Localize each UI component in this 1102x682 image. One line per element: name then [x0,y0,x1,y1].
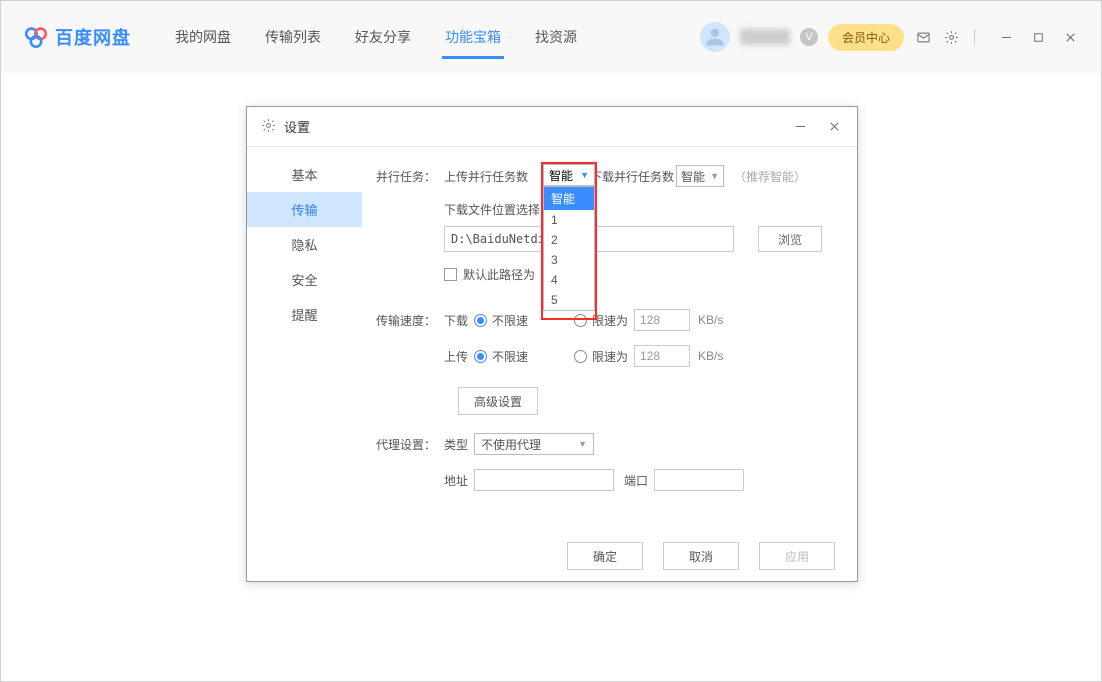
chevron-down-icon: ▼ [580,170,589,180]
vip-badge-icon: V [800,28,818,46]
user-avatar[interactable] [700,22,730,52]
chevron-down-icon: ▼ [710,171,719,181]
dialog-titlebar: 设置 [247,107,857,147]
sidebar-item-reminder[interactable]: 提醒 [247,297,362,332]
default-path-row: 默认此路径为 [444,266,837,283]
dropdown-option-4[interactable]: 4 [544,270,594,290]
proxy-type-value: 不使用代理 [481,436,541,453]
parallel-hint: （推荐智能） [734,168,806,185]
dropdown-option-5[interactable]: 5 [544,290,594,310]
proxy-port-input[interactable] [654,469,744,491]
close-icon[interactable] [1061,28,1079,46]
apply-button[interactable]: 应用 [759,542,835,570]
header-right: V 会员中心 [700,22,1079,52]
download-parallel-value: 智能 [681,168,705,185]
sidebar-item-privacy[interactable]: 隐私 [247,227,362,262]
minimize-icon[interactable] [997,28,1015,46]
speed-download-label: 下载 [444,312,474,329]
settings-content: 并行任务： 上传并行任务数 下载并行任务数 智能 ▼ （推荐智能） 下载文件位置… [362,147,857,531]
nav-tab-friend-share[interactable]: 好友分享 [355,3,411,71]
parallel-tasks-row: 并行任务： 上传并行任务数 下载并行任务数 智能 ▼ （推荐智能） [376,165,837,187]
chevron-down-icon: ▼ [578,439,587,449]
proxy-port-label: 端口 [614,472,648,489]
dialog-footer: 确定 取消 应用 [247,531,857,581]
proxy-type-label: 类型 [444,436,474,453]
divider [974,29,975,45]
sidebar-item-security[interactable]: 安全 [247,262,362,297]
download-unit: KB/s [698,313,723,327]
nav-tab-find-resources[interactable]: 找资源 [535,3,577,71]
download-parallel-select[interactable]: 智能 ▼ [676,165,724,187]
app-logo: 百度网盘 [23,24,131,50]
download-unlimited-radio[interactable] [474,314,487,327]
upload-parallel-dropdown: 智能 1 2 3 4 5 [543,186,595,311]
dialog-minimize-icon[interactable] [791,118,809,136]
download-location-label: 下载文件位置选择 [444,201,540,218]
default-path-label: 默认此路径为 [463,266,535,283]
proxy-type-row: 代理设置： 类型 不使用代理 ▼ [376,433,837,455]
download-unlimited-label: 不限速 [492,312,552,329]
settings-sidebar: 基本 传输 隐私 安全 提醒 [247,147,362,531]
upload-parallel-select[interactable]: 智能 ▼ [543,164,595,186]
settings-gear-icon[interactable] [942,28,960,46]
proxy-address-input[interactable] [474,469,614,491]
speed-upload-label: 上传 [444,348,474,365]
nav-tab-my-disk[interactable]: 我的网盘 [175,3,231,71]
dialog-close-icon[interactable] [825,118,843,136]
nav-tab-transfer-list[interactable]: 传输列表 [265,3,321,71]
dialog-gear-icon [261,118,276,136]
speed-section-label: 传输速度： [376,312,444,329]
upload-parallel-value: 智能 [549,167,573,184]
speed-download-row: 传输速度： 下载 不限速 限速为 KB/s [376,309,837,331]
vip-center-button[interactable]: 会员中心 [828,24,904,51]
sidebar-item-basic[interactable]: 基本 [247,157,362,192]
ok-button[interactable]: 确定 [567,542,643,570]
download-limited-radio[interactable] [574,314,587,327]
main-header: 百度网盘 我的网盘 传输列表 好友分享 功能宝箱 找资源 V 会员中心 [1,1,1101,73]
dialog-title-text: 设置 [284,117,310,136]
download-limit-label: 限速为 [592,312,628,329]
download-parallel-label: 下载并行任务数 [590,168,674,185]
dropdown-option-1[interactable]: 1 [544,210,594,230]
upload-unit: KB/s [698,349,723,363]
download-limit-input[interactable] [634,309,690,331]
baidu-netdisk-logo-icon [23,24,49,50]
proxy-address-row: 地址 端口 [376,469,837,491]
browse-button[interactable]: 浏览 [758,226,822,252]
advanced-settings-button[interactable]: 高级设置 [458,387,538,415]
proxy-address-label: 地址 [444,472,474,489]
window-controls [997,28,1079,46]
proxy-section-label: 代理设置： [376,436,444,453]
cancel-button[interactable]: 取消 [663,542,739,570]
download-path-row: 浏览 [444,226,837,252]
dropdown-option-smart[interactable]: 智能 [544,187,594,210]
speed-upload-row: 上传 不限速 限速为 KB/s [376,345,837,367]
maximize-icon[interactable] [1029,28,1047,46]
upload-unlimited-label: 不限速 [492,348,552,365]
download-location-label-row: 下载文件位置选择 [444,201,837,218]
proxy-type-select[interactable]: 不使用代理 ▼ [474,433,594,455]
upload-parallel-label: 上传并行任务数 [444,168,528,185]
sidebar-item-transfer[interactable]: 传输 [247,192,362,227]
upload-unlimited-radio[interactable] [474,350,487,363]
default-path-checkbox[interactable] [444,268,457,281]
upload-limited-radio[interactable] [574,350,587,363]
upload-limit-input[interactable] [634,345,690,367]
dropdown-option-2[interactable]: 2 [544,230,594,250]
parallel-label: 并行任务： [376,168,444,185]
nav-tabs: 我的网盘 传输列表 好友分享 功能宝箱 找资源 [175,3,577,71]
nav-tab-toolbox[interactable]: 功能宝箱 [445,3,501,71]
app-name: 百度网盘 [55,24,131,50]
dropdown-option-3[interactable]: 3 [544,250,594,270]
username-blurred [740,29,790,45]
mail-icon[interactable] [914,28,932,46]
upload-limit-label: 限速为 [592,348,628,365]
